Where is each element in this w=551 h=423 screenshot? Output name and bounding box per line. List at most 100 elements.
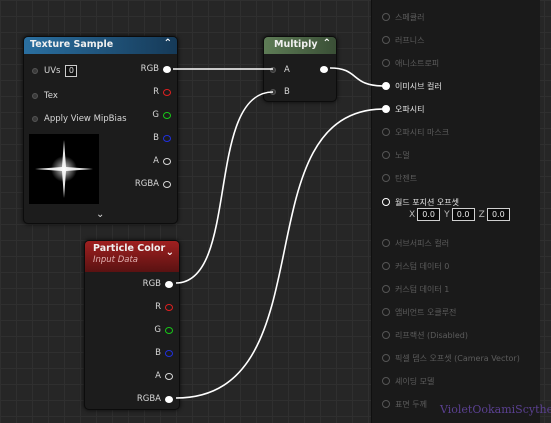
output-pin-emissive-color[interactable]: 이미시브 컬러 [372, 79, 442, 93]
custom-data-1-pin[interactable] [382, 285, 390, 293]
pc-output-rgba[interactable]: RGBA [137, 392, 173, 406]
output-a-label: A [153, 156, 159, 166]
output-pin-shading-model[interactable]: 셰이딩 모델 [372, 374, 434, 388]
collapse-icon[interactable]: ⌃ [164, 38, 172, 49]
tex-label: Tex [44, 91, 58, 101]
pc-output-rgb-pin[interactable] [165, 280, 173, 288]
ambient-occlusion-pin[interactable] [382, 308, 390, 316]
pixel-depth-offset-pin[interactable] [382, 354, 390, 362]
tex-pin[interactable] [32, 93, 38, 99]
particle-color-node[interactable]: Particle Color ⌄ Input Data RGB R G B A … [84, 240, 180, 410]
vector-x-field[interactable]: 0.0 [417, 208, 441, 221]
opacity-mask-pin[interactable] [382, 128, 390, 136]
input-apply-view-mipbias[interactable]: Apply View MipBias [32, 112, 127, 126]
anisotropy-pin[interactable] [382, 59, 390, 67]
output-g-pin[interactable] [163, 111, 171, 119]
output-rgba-pin[interactable] [163, 180, 171, 188]
vector-y-label: Y [444, 209, 450, 220]
output-rgb[interactable]: RGB [141, 62, 171, 76]
subsurface-color-pin[interactable] [382, 239, 390, 247]
output-pin-world-position-offset[interactable]: 월드 포지션 오프셋 [372, 195, 459, 209]
output-pin-opacity[interactable]: 오파시티 [372, 102, 424, 116]
surface-thickness-pin[interactable] [382, 400, 390, 408]
input-uvs[interactable]: UVs 0 [32, 64, 78, 78]
output-a[interactable]: A [153, 154, 171, 168]
opacity-pin[interactable] [382, 105, 390, 113]
output-pin-anisotropy[interactable]: 애니소트로피 [372, 56, 439, 70]
multiply-a-pin[interactable] [270, 67, 276, 73]
material-output-node[interactable]: 스페큘러 러프니스 애니소트로피 이미시브 컬러 오파시티 오파시티 마스크 노… [371, 0, 540, 423]
shading-model-pin[interactable] [382, 377, 390, 385]
chevron-down-icon[interactable]: ⌄ [166, 247, 174, 258]
output-pin-specular[interactable]: 스페큘러 [372, 10, 424, 24]
output-pin-opacity-mask[interactable]: 오파시티 마스크 [372, 125, 449, 139]
pc-output-rgb[interactable]: RGB [143, 277, 173, 291]
output-pin-custom-data-0[interactable]: 커스텀 데이터 0 [372, 259, 449, 273]
normal-pin[interactable] [382, 151, 390, 159]
roughness-pin[interactable] [382, 36, 390, 44]
output-pin-roughness[interactable]: 러프니스 [372, 33, 424, 47]
output-pin-surface-thickness[interactable]: 표면 두께 [372, 397, 427, 411]
pc-output-b-pin[interactable] [165, 349, 173, 357]
multiply-input-b[interactable]: B [270, 85, 290, 99]
output-pin-normal[interactable]: 노멀 [372, 148, 410, 162]
vector-y-field[interactable]: 0.0 [451, 208, 475, 221]
output-r-pin[interactable] [163, 88, 171, 96]
output-g-label: G [152, 110, 159, 120]
chevron-down-icon[interactable]: ⌄ [96, 209, 104, 220]
multiply-input-a[interactable]: A [270, 63, 290, 77]
input-tex[interactable]: Tex [32, 89, 58, 103]
custom-data-0-pin[interactable] [382, 262, 390, 270]
vector-z-field[interactable]: 0.0 [486, 208, 510, 221]
specular-pin[interactable] [382, 13, 390, 21]
output-b[interactable]: B [153, 131, 171, 145]
pc-output-a-pin[interactable] [165, 372, 173, 380]
pc-output-b[interactable]: B [155, 346, 173, 360]
sparkle-texture-icon [35, 140, 93, 198]
pc-output-r-pin[interactable] [165, 303, 173, 311]
apply-view-mipbias-pin[interactable] [32, 116, 38, 122]
output-rgba[interactable]: RGBA [135, 177, 171, 191]
pc-output-r[interactable]: R [155, 300, 173, 314]
output-r[interactable]: R [153, 85, 171, 99]
emissive-color-pin[interactable] [382, 82, 390, 90]
subsurface-color-label: 서브서피스 컬러 [395, 238, 450, 248]
output-pin-tangent[interactable]: 탄젠트 [372, 171, 417, 185]
multiply-output-pin[interactable] [320, 65, 328, 73]
pc-output-rgba-label: RGBA [136, 394, 161, 404]
texture-sample-node[interactable]: Texture Sample ⌃ UVs 0 Tex Apply View Mi… [23, 36, 178, 224]
custom-data-1-label: 커스텀 데이터 1 [395, 284, 450, 294]
texture-sample-header[interactable]: Texture Sample ⌃ [24, 37, 177, 54]
wire-particle-rgb-to-multiply-b [175, 91, 274, 284]
pc-output-a[interactable]: A [155, 369, 173, 383]
output-pin-custom-data-1[interactable]: 커스텀 데이터 1 [372, 282, 449, 296]
roughness-label: 러프니스 [395, 35, 425, 45]
output-a-pin[interactable] [163, 157, 171, 165]
vector-z-label: Z [478, 209, 485, 220]
output-pin-subsurface-color[interactable]: 서브서피스 컬러 [372, 236, 449, 250]
multiply-b-pin[interactable] [270, 89, 276, 95]
multiply-node[interactable]: Multiply ⌃ A B [263, 36, 337, 102]
multiply-header[interactable]: Multiply ⌃ [264, 37, 336, 54]
pc-output-rgba-pin[interactable] [165, 395, 173, 403]
output-g[interactable]: G [152, 108, 171, 122]
collapse-icon[interactable]: ⌃ [323, 38, 331, 49]
uvs-value-field[interactable]: 0 [65, 65, 78, 77]
apply-view-mipbias-label: Apply View MipBias [44, 114, 127, 124]
output-pin-refraction[interactable]: 리프랙션 (Disabled) [372, 328, 468, 342]
uvs-label: UVs [44, 66, 61, 76]
output-pin-ambient-occlusion[interactable]: 앰비언트 오클루전 [372, 305, 456, 319]
uvs-pin[interactable] [32, 68, 38, 74]
vector-x-label: X [409, 209, 416, 220]
particle-color-header[interactable]: Particle Color ⌄ Input Data [85, 241, 179, 272]
world-position-offset-pin[interactable] [382, 198, 390, 206]
refraction-pin[interactable] [382, 331, 390, 339]
multiply-output[interactable] [320, 62, 328, 76]
pc-output-g-pin[interactable] [165, 326, 173, 334]
pc-output-g[interactable]: G [154, 323, 173, 337]
output-b-pin[interactable] [163, 134, 171, 142]
tangent-pin[interactable] [382, 174, 390, 182]
output-rgb-pin[interactable] [163, 65, 171, 73]
output-pin-pixel-depth-offset[interactable]: 픽셀 뎁스 오프셋 (Camera Vector) [372, 351, 520, 365]
opacity-mask-label: 오파시티 마스크 [395, 127, 450, 137]
